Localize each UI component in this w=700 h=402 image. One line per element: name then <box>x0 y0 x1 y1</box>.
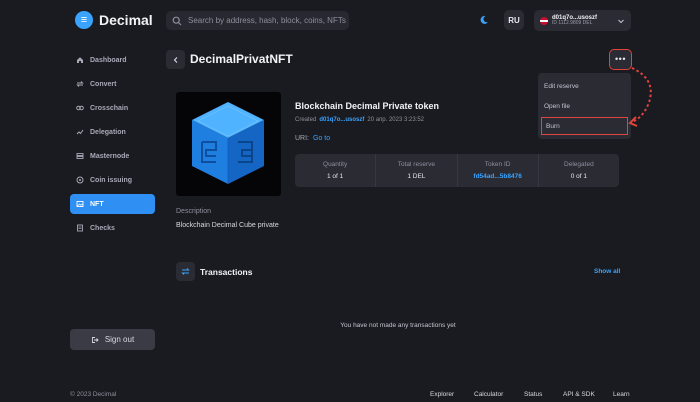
description-text: Blockchain Decimal Cube private <box>176 222 279 229</box>
creator-address-link[interactable]: d01q7o...usoszf <box>319 117 364 123</box>
theme-toggle-button[interactable] <box>474 10 494 30</box>
sidebar-item-convert[interactable]: Convert <box>70 74 155 94</box>
cube-image <box>192 102 264 184</box>
sign-out-button[interactable]: Sign out <box>70 329 155 350</box>
flag-icon <box>540 16 548 25</box>
sidebar-item-label: Convert <box>90 80 117 88</box>
created-info: Created d01q7o...usoszf 20 апр. 2023 3:2… <box>295 117 424 123</box>
uri-row: URI: Go to <box>295 135 330 142</box>
footer-link-calculator[interactable]: Calculator <box>474 391 503 398</box>
sidebar-item-crosschain[interactable]: Crosschain <box>70 98 155 118</box>
moon-icon <box>480 15 488 24</box>
coin-icon <box>76 176 84 184</box>
account-balance: ID 1112.9809 DEL <box>552 20 593 27</box>
sidebar-item-nft[interactable]: NFT <box>70 194 155 214</box>
more-options-button[interactable]: ••• <box>609 49 632 70</box>
footer-link-explorer[interactable]: Explorer <box>430 391 454 398</box>
nft-image[interactable] <box>176 92 281 196</box>
page-title: DecimalPrivatNFT <box>190 52 293 66</box>
sidebar-item-dashboard[interactable]: Dashboard <box>70 50 155 70</box>
uri-label: URI: <box>295 135 309 142</box>
search-input[interactable] <box>188 16 348 25</box>
decimal-logo-icon: ≡ <box>75 11 93 29</box>
sidebar-item-label: Delegation <box>90 128 126 136</box>
footer-link-learn[interactable]: Learn <box>613 391 630 398</box>
convert-icon <box>76 81 84 87</box>
search-icon <box>172 16 182 25</box>
created-date: 20 апр. 2023 3:23:52 <box>367 117 425 123</box>
sidebar-item-label: Coin issuing <box>90 176 132 184</box>
chevron-down-icon <box>618 19 624 23</box>
account-menu[interactable]: d01q7o...usoszf ID 1112.9809 DEL <box>534 10 631 31</box>
sidebar-item-label: Checks <box>90 224 115 232</box>
sidebar-item-checks[interactable]: Checks <box>70 218 155 238</box>
sidebar-item-label: Crosschain <box>90 104 129 112</box>
sidebar: Dashboard Convert Crosschain Delegation … <box>70 50 155 242</box>
sidebar-item-label: Dashboard <box>90 56 127 64</box>
sign-out-label: Sign out <box>104 335 135 344</box>
created-label: Created <box>295 117 317 123</box>
more-icon: ••• <box>615 54 626 64</box>
stat-label: Total reserve <box>397 161 435 168</box>
footer-link-status[interactable]: Status <box>524 391 542 398</box>
footer-link-api-sdk[interactable]: API & SDK <box>563 391 595 398</box>
menu-item-burn[interactable]: Burn <box>540 116 629 136</box>
chevron-left-icon <box>173 56 177 63</box>
show-all-link[interactable]: Show all <box>594 268 620 275</box>
back-button[interactable] <box>166 50 185 69</box>
description-label: Description <box>176 208 212 215</box>
logo[interactable]: ≡ Decimal <box>75 11 153 29</box>
sidebar-item-delegation[interactable]: Delegation <box>70 122 155 142</box>
logo-text: Decimal <box>99 12 153 28</box>
sidebar-item-masternode[interactable]: Masternode <box>70 146 155 166</box>
stat-label: Token ID <box>484 161 511 168</box>
home-icon <box>77 57 83 63</box>
nft-name: Blockchain Decimal Private token <box>295 101 440 111</box>
empty-transactions-message: You have not made any transactions yet <box>340 322 456 329</box>
search-bar[interactable] <box>166 11 349 30</box>
stat-delegated: Delegated 0 of 1 <box>539 154 619 187</box>
nft-stats: Quantity 1 of 1 Total reserve 1 DEL Toke… <box>295 154 619 187</box>
delegation-icon <box>76 129 84 135</box>
stat-value: 0 of 1 <box>570 173 587 180</box>
copyright: © 2023 Decimal <box>70 391 117 398</box>
stat-token-id: Token ID fd54ad...5b8476 <box>458 154 539 187</box>
server-icon <box>76 153 84 159</box>
uri-link[interactable]: Go to <box>313 135 330 142</box>
image-icon <box>76 201 84 207</box>
sidebar-item-label: NFT <box>90 200 104 208</box>
crosschain-icon <box>76 105 84 111</box>
stat-value: 1 DEL <box>407 173 426 180</box>
swap-arrows-icon <box>181 268 190 275</box>
language-button[interactable]: RU <box>504 10 524 30</box>
sidebar-item-label: Masternode <box>90 152 130 160</box>
stat-quantity: Quantity 1 of 1 <box>295 154 377 187</box>
checks-icon <box>77 224 83 232</box>
menu-item-open-file[interactable]: Open file <box>538 96 631 116</box>
transactions-title: Transactions <box>200 267 253 277</box>
stat-total-reserve: Total reserve 1 DEL <box>376 154 458 187</box>
token-id-link[interactable]: fd54ad...5b8476 <box>473 173 521 180</box>
options-menu: Edit reserve Open file Burn <box>538 73 631 139</box>
stat-label: Delegated <box>564 161 594 168</box>
stat-value: 1 of 1 <box>326 173 344 180</box>
transactions-icon <box>176 262 195 281</box>
menu-item-edit-reserve[interactable]: Edit reserve <box>538 76 631 96</box>
stat-label: Quantity <box>323 161 348 168</box>
sign-out-icon <box>91 336 99 343</box>
sidebar-item-coin-issuing[interactable]: Coin issuing <box>70 170 155 190</box>
